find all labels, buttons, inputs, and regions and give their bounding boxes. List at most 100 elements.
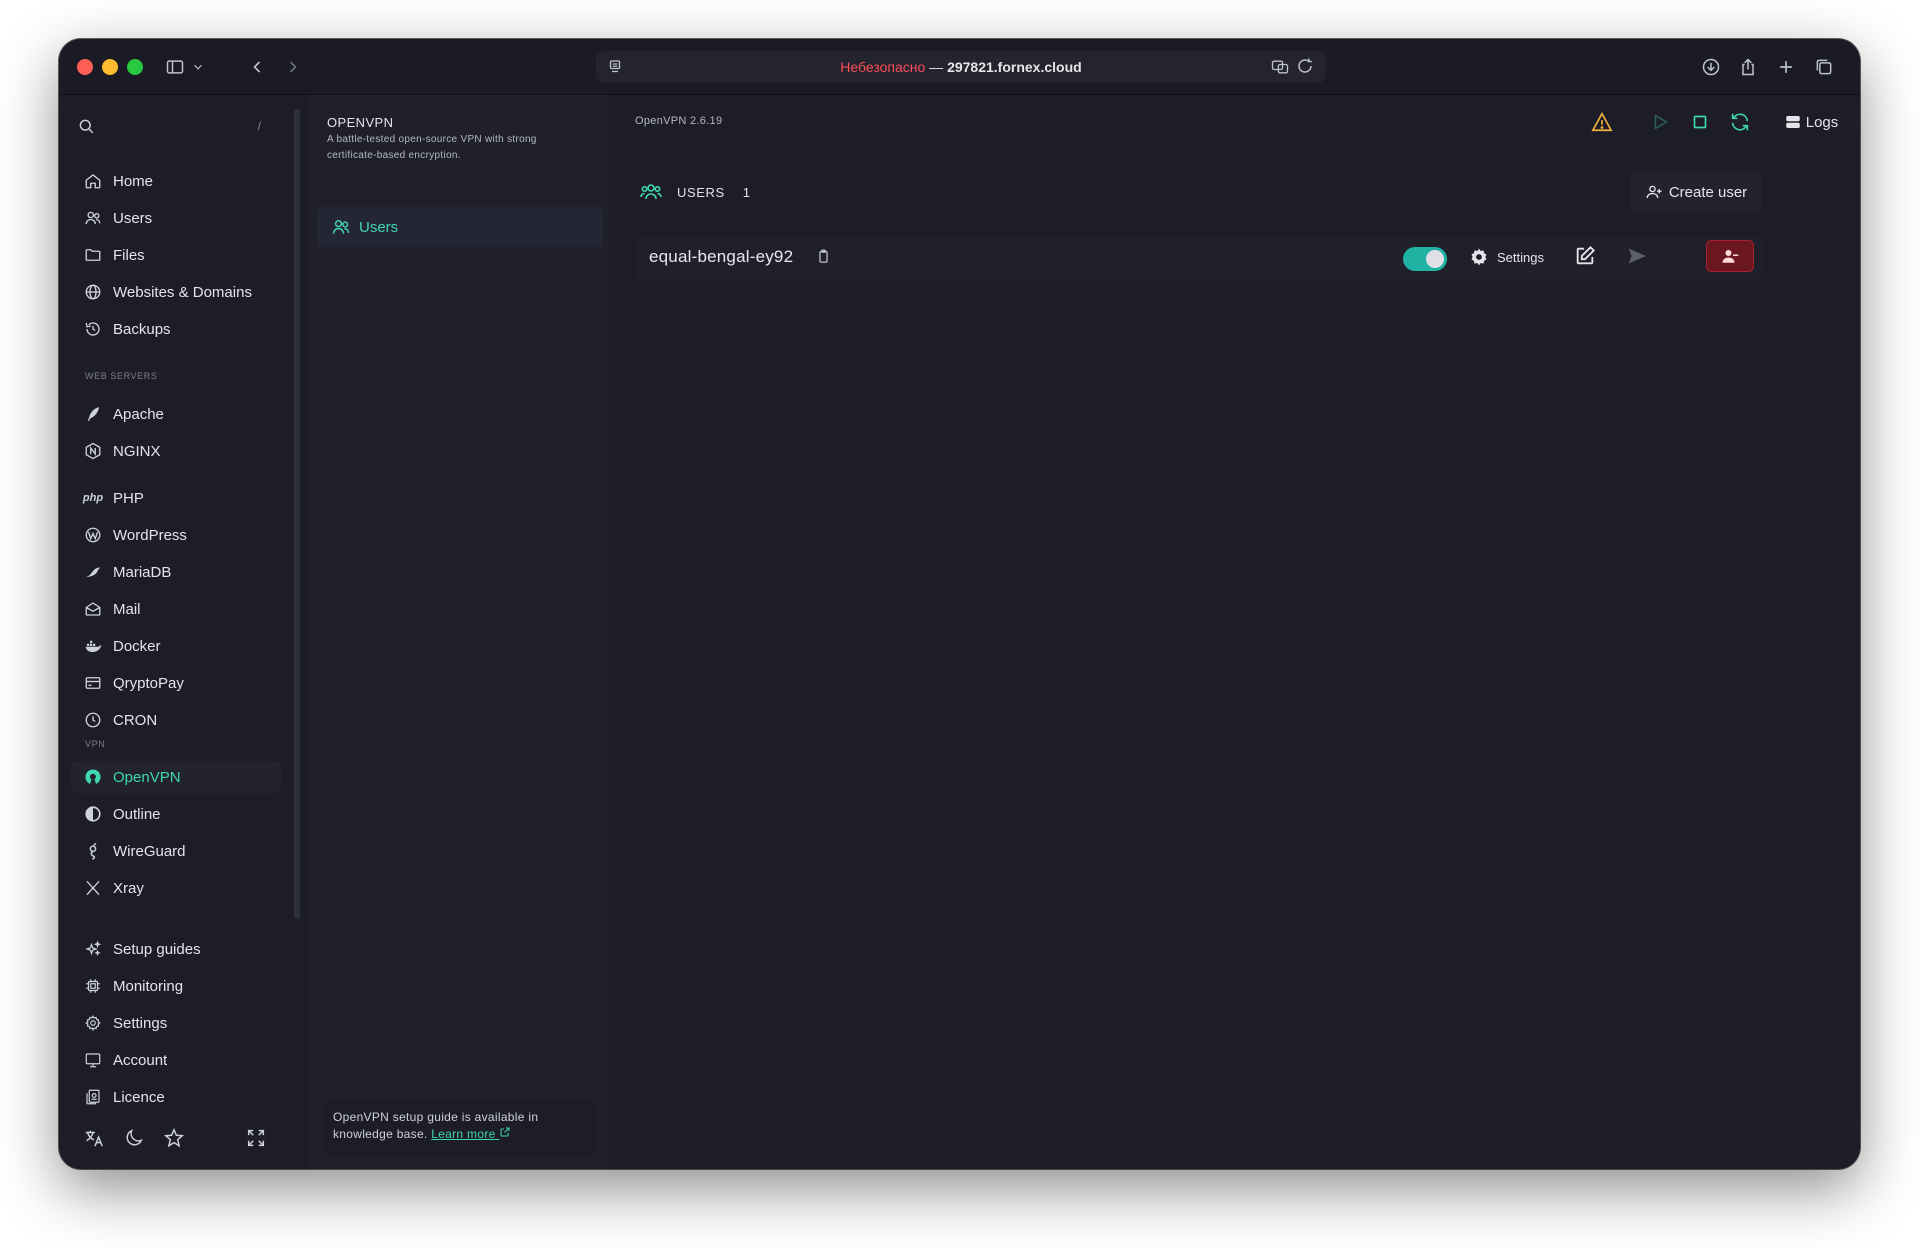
new-tab-button[interactable] <box>1773 53 1799 81</box>
share-icon <box>1742 58 1754 76</box>
sidebar-item-wireguard[interactable]: WireGuard <box>71 835 281 867</box>
tab-overview-button[interactable] <box>1811 53 1837 81</box>
restart-button[interactable] <box>1725 107 1755 137</box>
close-window-button[interactable] <box>77 59 93 75</box>
sidebar-item-settings[interactable]: Settings <box>71 1007 281 1039</box>
monitor-icon <box>83 1050 103 1070</box>
gear-icon <box>83 1013 103 1033</box>
sidebar-search[interactable]: / <box>77 113 267 139</box>
sidebar-item-backups[interactable]: Backups <box>71 313 281 345</box>
sidebar-item-websites-domains[interactable]: Websites & Domains <box>71 276 281 308</box>
send-config-button[interactable] <box>1626 245 1648 272</box>
sidebar-item-mail[interactable]: Mail <box>71 593 281 625</box>
sidebar-item-monitoring[interactable]: Monitoring <box>71 970 281 1002</box>
moon-icon[interactable] <box>123 1127 145 1154</box>
download-icon <box>1702 58 1720 76</box>
outline-icon <box>83 804 103 824</box>
sidebar-item-home[interactable]: Home <box>71 165 281 197</box>
sidebar-item-label: NGINX <box>113 442 161 460</box>
wordpress-icon <box>83 525 103 545</box>
sidebar-item-label: Websites & Domains <box>113 283 252 301</box>
sidebar-item-xray[interactable]: Xray <box>71 872 281 904</box>
users-icon <box>640 184 662 200</box>
star-icon[interactable] <box>163 1127 185 1154</box>
sidebar-item-label: Account <box>113 1051 168 1069</box>
setup-guide-note: OpenVPN setup guide is available in know… <box>323 1099 595 1155</box>
main-sidebar: / Home Users Files Websites & Domains Ba… <box>59 95 291 1169</box>
sidebar-item-nginx[interactable]: NGINX <box>71 435 281 467</box>
sidebar-item-label: Outline <box>113 805 161 823</box>
translate-icon[interactable] <box>1270 57 1290 77</box>
sidebar-item-docker[interactable]: Docker <box>71 630 281 662</box>
copy-icon[interactable] <box>815 248 832 270</box>
edit-user-button[interactable] <box>1574 245 1596 272</box>
user-plus-icon <box>1646 185 1662 199</box>
sidebar-item-php[interactable]: php PHP <box>71 482 281 514</box>
warning-button[interactable] <box>1587 107 1617 137</box>
reload-icon[interactable] <box>1296 57 1314 75</box>
home-icon <box>83 171 103 191</box>
page-menu-icon[interactable] <box>606 58 624 79</box>
sidebar-item-cron[interactable]: CRON <box>71 704 281 736</box>
sidebar-item-label: MariaDB <box>113 563 172 581</box>
send-icon <box>1628 248 1647 264</box>
user-row: equal-bengal-ey92 Settings <box>635 235 1762 279</box>
zoom-window-button[interactable] <box>127 59 143 75</box>
sidebar-item-label: Home <box>113 172 154 190</box>
browser-titlebar: Небезопасно — 297821.fornex.cloud <box>59 39 1860 95</box>
mariadb-icon <box>83 562 103 582</box>
language-icon[interactable] <box>83 1127 105 1154</box>
fullscreen-icon[interactable] <box>245 1127 267 1154</box>
delete-user-button[interactable] <box>1706 240 1754 272</box>
sidebar-item-files[interactable]: Files <box>71 239 281 271</box>
clock-icon <box>83 710 103 730</box>
sidebar-scrollbar[interactable] <box>294 109 300 919</box>
sidebar-icon <box>166 60 184 74</box>
share-button[interactable] <box>1735 53 1761 81</box>
sidebar-item-label: Docker <box>113 637 161 655</box>
sparkles-icon <box>83 939 103 959</box>
logs-button[interactable]: Logs <box>1781 107 1841 137</box>
sidebar-item-wordpress[interactable]: WordPress <box>71 519 281 551</box>
stop-button[interactable] <box>1685 107 1715 137</box>
sidebar-item-setup-guides[interactable]: Setup guides <box>71 933 281 965</box>
sidebar-item-mariadb[interactable]: MariaDB <box>71 556 281 588</box>
minimize-window-button[interactable] <box>102 59 118 75</box>
section-label-vpn: VPN <box>85 739 106 749</box>
sidebar-item-account[interactable]: Account <box>71 1044 281 1076</box>
sidebar-item-users[interactable]: Users <box>71 202 281 234</box>
user-name: equal-bengal-ey92 <box>649 247 794 266</box>
start-button[interactable] <box>1645 107 1675 137</box>
server-icon <box>1785 116 1800 128</box>
user-settings-button[interactable]: Settings <box>1469 243 1544 271</box>
user-remove-icon <box>1722 250 1739 263</box>
sidebar-item-label: Licence <box>113 1088 165 1106</box>
create-user-button[interactable]: Create user <box>1630 172 1762 212</box>
back-button[interactable] <box>243 53 271 81</box>
url-insecure-label: Небезопасно <box>840 59 926 75</box>
logs-label: Logs <box>1805 113 1839 131</box>
sidebar-toggle-button[interactable] <box>159 53 211 81</box>
sidebar-item-label: WireGuard <box>113 842 186 860</box>
search-shortcut-hint: / <box>257 119 261 133</box>
sidebar-item-apache[interactable]: Apache <box>71 398 281 430</box>
address-bar[interactable]: Небезопасно — 297821.fornex.cloud <box>596 51 1326 83</box>
external-link-icon <box>500 1127 510 1137</box>
globe-icon <box>83 282 103 302</box>
user-enabled-toggle[interactable] <box>1403 247 1447 271</box>
chevron-left-icon <box>253 61 261 73</box>
users-icon <box>83 208 103 228</box>
module-nav-users[interactable]: Users <box>317 207 603 247</box>
learn-more-link[interactable]: Learn more <box>431 1127 511 1141</box>
module-title: OPENVPN <box>327 115 394 130</box>
downloads-button[interactable] <box>1698 53 1724 81</box>
sidebar-item-label: Users <box>113 209 153 227</box>
sidebar-item-openvpn[interactable]: OpenVPN <box>71 761 281 793</box>
mail-icon <box>83 599 103 619</box>
php-icon: php <box>82 492 104 504</box>
sidebar-item-label: CRON <box>113 711 158 729</box>
sidebar-item-qryptopay[interactable]: QryptoPay <box>71 667 281 699</box>
tabs-icon <box>1816 59 1832 75</box>
sidebar-item-outline[interactable]: Outline <box>71 798 281 830</box>
forward-button[interactable] <box>279 53 307 81</box>
